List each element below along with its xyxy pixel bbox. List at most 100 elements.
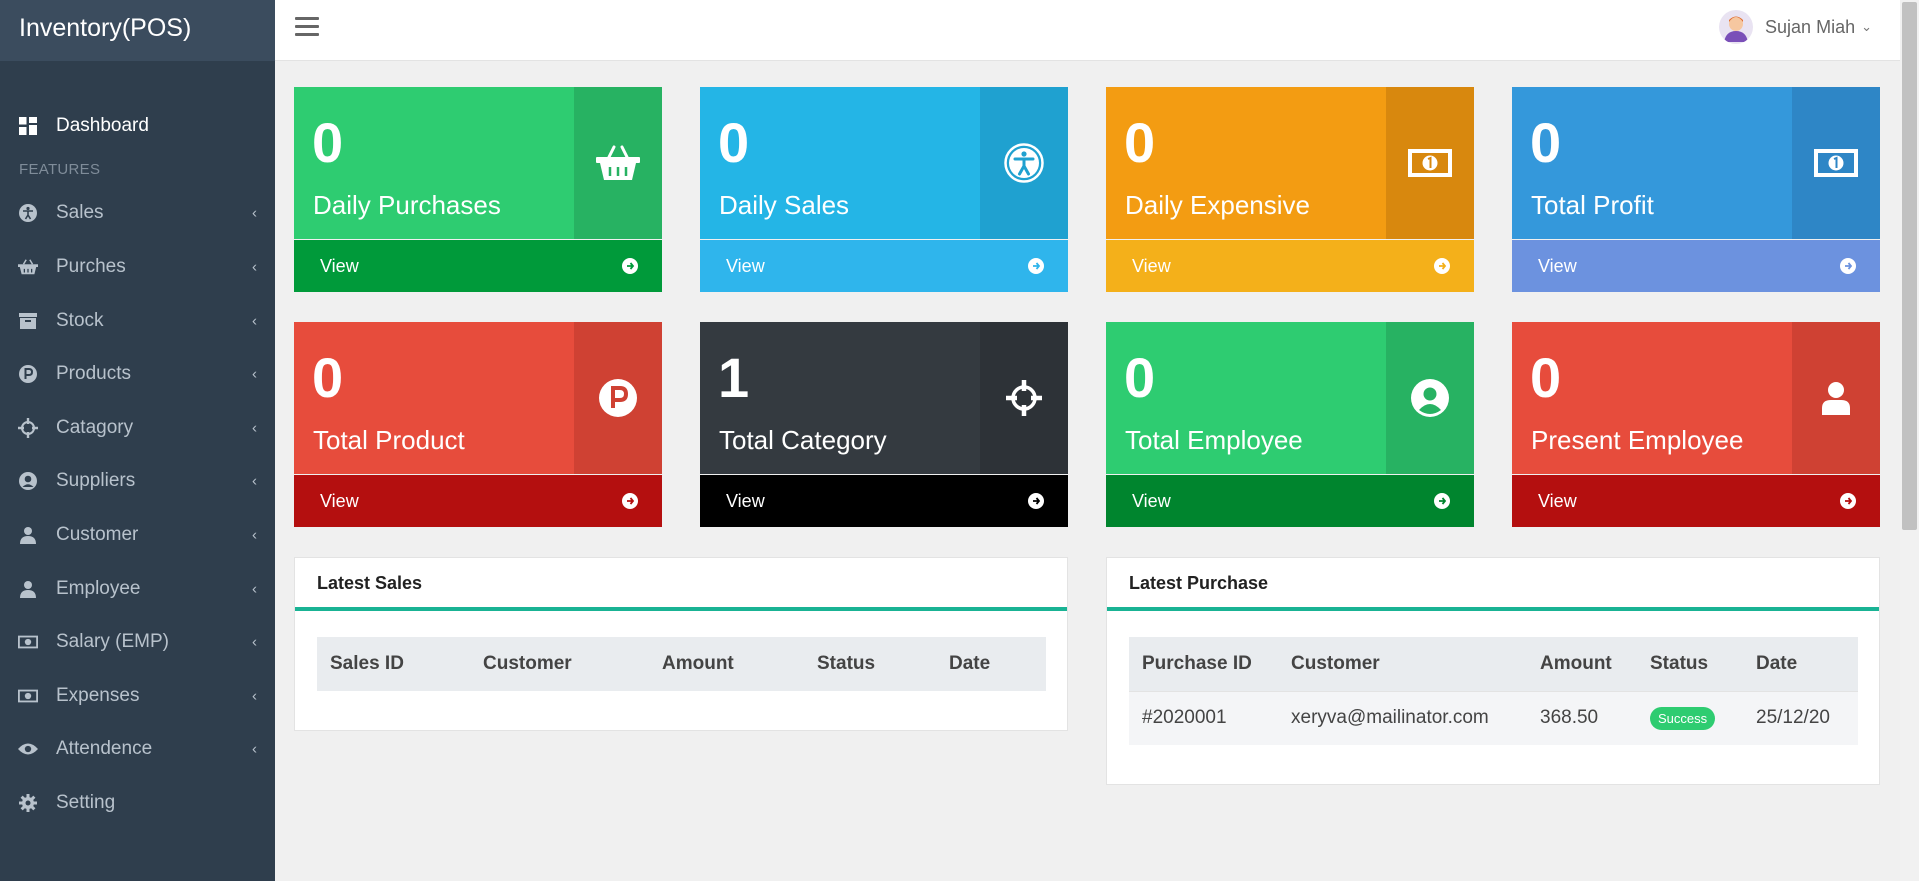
status-cell: Success — [1637, 690, 1743, 745]
sidebar-item-sales[interactable]: Sales ‹ — [0, 187, 275, 241]
card-daily-purchases[interactable]: 0 Daily Purchases View — [294, 87, 662, 292]
card-total-product[interactable]: 0 Total Product View — [294, 322, 662, 527]
panel-title: Latest Purchase — [1107, 558, 1879, 611]
accessibility-icon — [980, 87, 1068, 239]
sidebar-item-products[interactable]: Products ‹ — [0, 347, 275, 401]
chevron-left-icon: ‹ — [252, 472, 257, 490]
sidebar-item-attendence[interactable]: Attendence ‹ — [0, 723, 275, 777]
card-body: 0 Total Product — [294, 322, 662, 474]
card-value: 0 — [312, 346, 344, 409]
card-label: Total Profit — [1531, 190, 1654, 220]
card-view-link[interactable]: View — [1106, 475, 1474, 527]
column-header: Date — [1743, 637, 1858, 691]
card-daily-expensive[interactable]: 0 Daily Expensive View — [1106, 87, 1474, 292]
user-icon — [18, 525, 38, 545]
card-value: 0 — [1530, 346, 1562, 409]
card-view-link[interactable]: View — [700, 240, 1068, 292]
card-value: 0 — [718, 111, 750, 174]
sidebar-item-customer[interactable]: Customer ‹ — [0, 508, 275, 562]
sidebar-item-employee[interactable]: Employee ‹ — [0, 562, 275, 616]
card-total-profit[interactable]: 0 Total Profit View — [1512, 87, 1880, 292]
card-total-employee[interactable]: 0 Total Employee View — [1106, 322, 1474, 527]
scrollbar-thumb[interactable] — [1902, 2, 1917, 530]
sidebar-item-purches[interactable]: Purches ‹ — [0, 240, 275, 294]
card-view-link[interactable]: View — [294, 240, 662, 292]
arrow-circle-right-icon — [622, 493, 638, 509]
sidebar-item-label: Attendence — [56, 738, 153, 760]
user-name: Sujan Miah — [1765, 16, 1856, 37]
column-header: Purchase ID — [1129, 637, 1278, 691]
brand-logo[interactable]: Inventory(POS) — [0, 0, 275, 61]
sidebar-item-dashboard[interactable]: Dashboard — [0, 99, 275, 153]
card-view-link[interactable]: View — [1512, 240, 1880, 292]
features-header: FEATURES — [19, 161, 101, 179]
sidebar-nav: Dashboard FEATURES Sales ‹ Purches ‹ Sto… — [0, 61, 275, 830]
column-header: Customer — [1278, 637, 1527, 691]
card-view-link[interactable]: View — [294, 475, 662, 527]
sidebar-item-label: Products — [56, 363, 131, 385]
card-body: 0 Daily Purchases — [294, 87, 662, 239]
sidebar-item-setting[interactable]: Setting — [0, 776, 275, 830]
status-badge: Success — [1650, 706, 1716, 730]
latest-purchase-table: Purchase ID Customer Amount Status Date … — [1129, 637, 1858, 745]
card-footer-label: View — [1538, 255, 1577, 276]
sidebar-item-label: Salary (EMP) — [56, 631, 169, 653]
card-body: 0 Total Employee — [1106, 322, 1474, 474]
card-footer-label: View — [1132, 255, 1171, 276]
chevron-left-icon: ‹ — [252, 312, 257, 330]
sidebar-item-label: Setting — [56, 791, 116, 813]
column-header: Sales ID — [317, 637, 470, 691]
chevron-left-icon: ‹ — [252, 687, 257, 705]
sidebar-item-label: Purches — [56, 255, 126, 277]
card-label: Total Employee — [1125, 425, 1303, 455]
card-present-employee[interactable]: 0 Present Employee View — [1512, 322, 1880, 527]
card-footer-label: View — [1132, 490, 1171, 511]
sidebar: Inventory(POS) Dashboard FEATURES Sales … — [0, 0, 275, 881]
card-view-link[interactable]: View — [1106, 240, 1474, 292]
table-row[interactable]: #2020001 xeryva@mailinator.com 368.50 Su… — [1129, 690, 1858, 745]
chevron-left-icon: ‹ — [252, 526, 257, 544]
card-value: 0 — [1124, 111, 1156, 174]
card-view-link[interactable]: View — [1512, 475, 1880, 527]
avatar — [1719, 10, 1754, 44]
date: 25/12/20 — [1743, 690, 1858, 745]
sidebar-item-stock[interactable]: Stock ‹ — [0, 294, 275, 348]
user-icon — [1792, 322, 1880, 474]
product-p-icon — [574, 322, 662, 474]
archive-icon — [18, 311, 38, 331]
sidebar-item-catagory[interactable]: Catagory ‹ — [0, 401, 275, 455]
column-header: Status — [1637, 637, 1743, 691]
hamburger-menu-icon[interactable] — [295, 17, 319, 37]
accessibility-icon — [18, 203, 38, 223]
column-header: Status — [804, 637, 936, 691]
card-label: Daily Purchases — [313, 190, 501, 220]
panel-title: Latest Sales — [295, 558, 1067, 611]
money-icon — [1386, 87, 1474, 239]
sidebar-item-suppliers[interactable]: Suppliers ‹ — [0, 455, 275, 509]
table-header-row: Purchase ID Customer Amount Status Date — [1129, 637, 1858, 691]
card-footer-label: View — [320, 255, 359, 276]
chevron-left-icon: ‹ — [252, 365, 257, 383]
sidebar-item-salary[interactable]: Salary (EMP) ‹ — [0, 615, 275, 669]
sidebar-item-expenses[interactable]: Expenses ‹ — [0, 669, 275, 723]
latest-purchase-panel: Latest Purchase Purchase ID Customer Amo… — [1106, 557, 1880, 785]
card-body: 1 Total Category — [700, 322, 1068, 474]
vertical-scrollbar[interactable] — [1900, 0, 1919, 881]
arrow-circle-right-icon — [622, 258, 638, 274]
customer-email: xeryva@mailinator.com — [1278, 690, 1527, 745]
card-daily-sales[interactable]: 0 Daily Sales View — [700, 87, 1068, 292]
sidebar-item-label: Employee — [56, 577, 141, 599]
card-body: 0 Daily Sales — [700, 87, 1068, 239]
user-icon — [18, 579, 38, 599]
card-view-link[interactable]: View — [700, 475, 1068, 527]
card-label: Daily Expensive — [1125, 190, 1310, 220]
table-header-row: Sales ID Customer Amount Status Date — [317, 637, 1046, 691]
chevron-left-icon: ‹ — [252, 633, 257, 651]
latest-sales-table: Sales ID Customer Amount Status Date — [317, 637, 1046, 691]
card-value: 0 — [1124, 346, 1156, 409]
chevron-left-icon: ‹ — [252, 204, 257, 222]
card-total-category[interactable]: 1 Total Category View — [700, 322, 1068, 527]
basket-icon — [574, 87, 662, 239]
sidebar-item-label: Stock — [56, 309, 104, 331]
user-menu[interactable]: Sujan Miah ⌄ — [1719, 10, 1872, 44]
